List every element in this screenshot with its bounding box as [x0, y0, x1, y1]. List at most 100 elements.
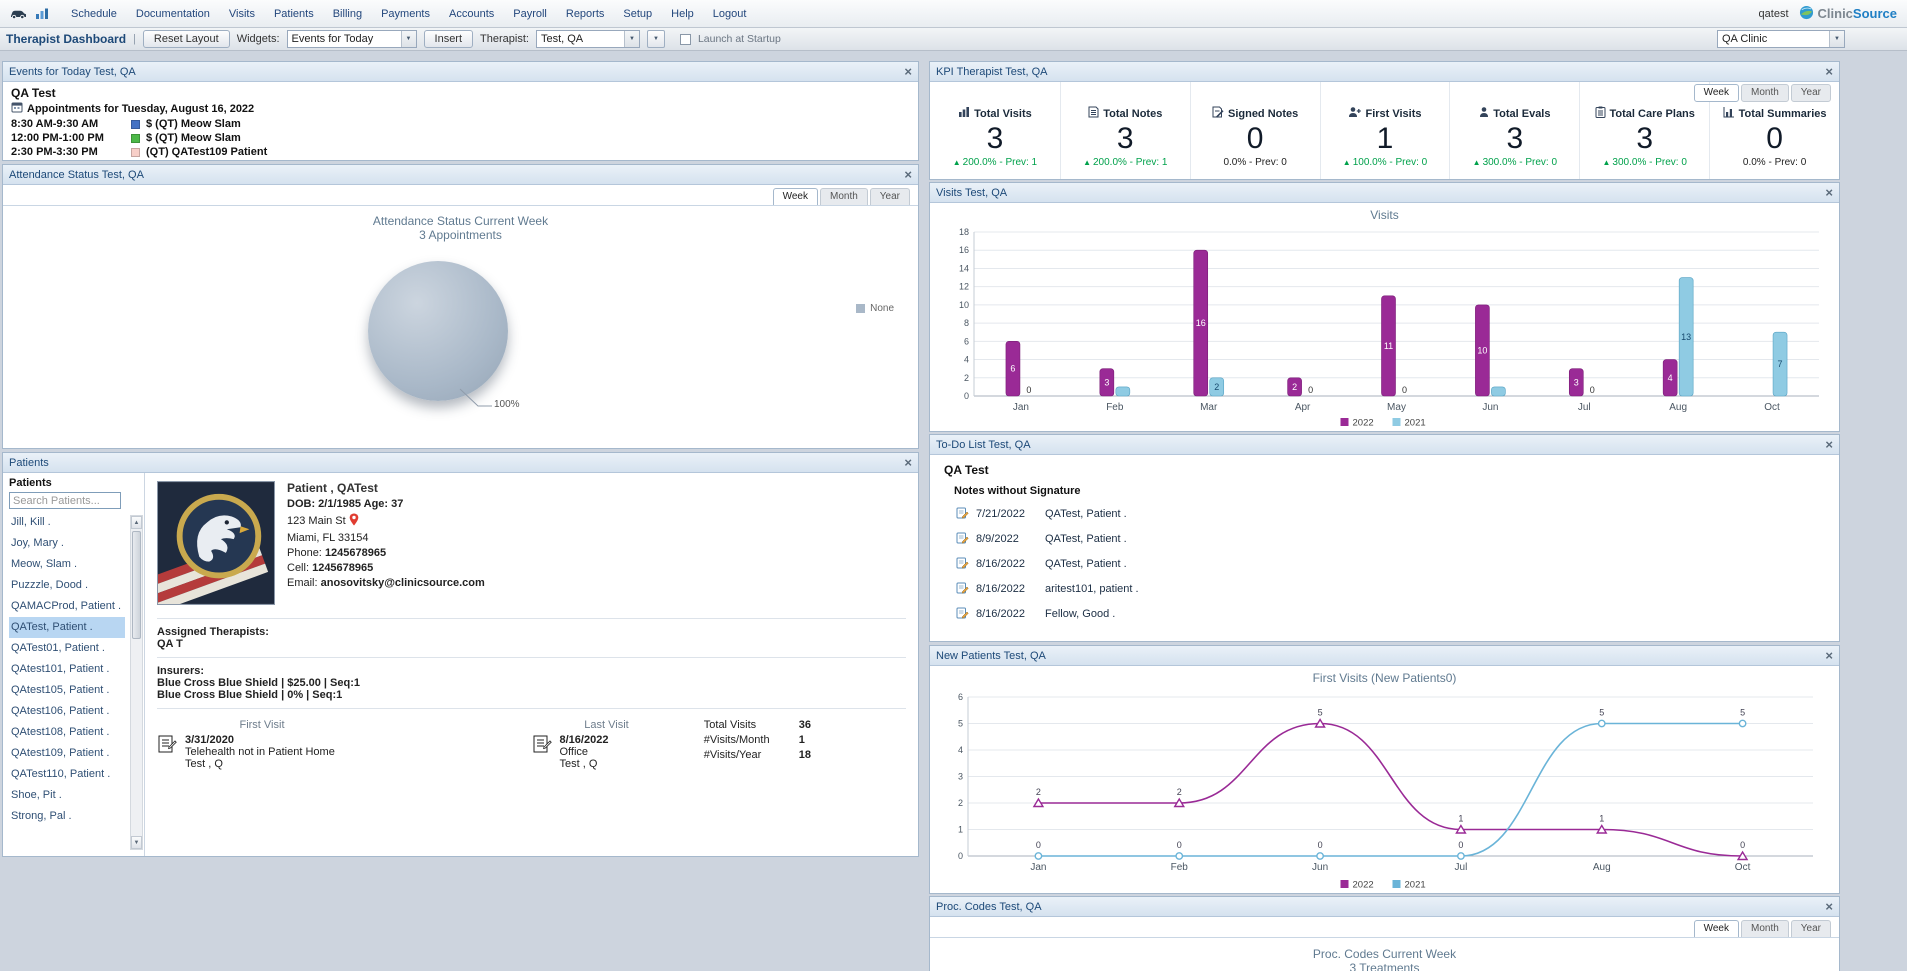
- edit-note-icon[interactable]: [956, 556, 969, 572]
- edit-note-icon[interactable]: [956, 506, 969, 522]
- patient-list-item[interactable]: QAtest105, Patient .: [9, 680, 125, 701]
- new-patients-chart: First Visits (New Patients0)0123456JanFe…: [938, 667, 1831, 892]
- patient-list-item[interactable]: Puzzzle, Dood .: [9, 575, 125, 596]
- chevron-down-icon[interactable]: ▼: [1829, 31, 1844, 47]
- nav-right: qatest ClinicSource: [1759, 5, 1897, 23]
- patient-list-item[interactable]: Jill, Kill .: [9, 512, 125, 533]
- nav-item-help[interactable]: Help: [671, 8, 694, 20]
- chevron-down-icon[interactable]: ▼: [624, 31, 639, 47]
- patient-list-item[interactable]: Strong, Pal .: [9, 806, 125, 827]
- patient-list-item[interactable]: QAtest108, Patient .: [9, 722, 125, 743]
- tab-week[interactable]: Week: [1694, 920, 1739, 937]
- patient-list-item[interactable]: Meow, Slam .: [9, 554, 125, 575]
- patient-list-item[interactable]: QAtest106, Patient .: [9, 701, 125, 722]
- kpi-trend: 0.0% - Prev: 0: [1710, 157, 1839, 168]
- tab-month[interactable]: Month: [1741, 920, 1789, 937]
- trend-up-icon: ▲: [1473, 158, 1481, 167]
- nav-item-reports[interactable]: Reports: [566, 8, 605, 20]
- patients-sidebar: Patients Jill, Kill .Joy, Mary .Meow, Sl…: [3, 473, 145, 856]
- nav-item-payments[interactable]: Payments: [381, 8, 430, 20]
- edit-note-icon[interactable]: [956, 581, 969, 597]
- scroll-thumb[interactable]: [132, 531, 141, 639]
- patient-list-item[interactable]: QAtest101, Patient .: [9, 659, 125, 680]
- patients-widget: Patients × Patients Jill, Kill .Joy, Mar…: [2, 452, 919, 857]
- close-icon[interactable]: ×: [904, 456, 912, 469]
- chevron-down-icon[interactable]: ▼: [401, 31, 416, 47]
- todo-list-items: 7/21/2022QATest, Patient .8/9/2022QATest…: [944, 501, 1825, 626]
- event-row[interactable]: 8:30 AM-9:30 AM$ (QT) Meow Slam: [11, 118, 910, 130]
- patient-list-item[interactable]: QATest, Patient .: [9, 617, 125, 638]
- close-icon[interactable]: ×: [1825, 186, 1833, 199]
- patient-address1: 123 Main St: [287, 513, 906, 529]
- close-icon[interactable]: ×: [904, 65, 912, 78]
- tab-month[interactable]: Month: [820, 188, 868, 205]
- nav-item-payroll[interactable]: Payroll: [513, 8, 547, 20]
- tab-week[interactable]: Week: [773, 188, 818, 205]
- events-widget-title: Events for Today Test, QA: [9, 66, 904, 78]
- tab-year[interactable]: Year: [1791, 920, 1831, 937]
- todo-item[interactable]: 7/21/2022QATest, Patient .: [956, 501, 1825, 526]
- new-patients-widget: New Patients Test, QA × First Visits (Ne…: [929, 645, 1840, 894]
- nav-chart-icon[interactable]: [35, 8, 49, 20]
- nav-item-documentation[interactable]: Documentation: [136, 8, 210, 20]
- nav-item-visits[interactable]: Visits: [229, 8, 255, 20]
- patient-list-item[interactable]: QAtest109, Patient .: [9, 743, 125, 764]
- todo-item[interactable]: 8/16/2022Fellow, Good .: [956, 601, 1825, 626]
- widgets-select[interactable]: Events for Today ▼: [287, 30, 417, 48]
- event-row[interactable]: 12:00 PM-1:00 PM$ (QT) Meow Slam: [11, 132, 910, 144]
- nav-item-schedule[interactable]: Schedule: [71, 8, 117, 20]
- patient-list-item[interactable]: QATest110, Patient .: [9, 764, 125, 785]
- scroll-track[interactable]: [131, 529, 142, 836]
- scroll-up-button[interactable]: ▲: [131, 516, 142, 529]
- tab-year[interactable]: Year: [1791, 84, 1831, 102]
- nav-item-billing[interactable]: Billing: [333, 8, 362, 20]
- insert-button[interactable]: Insert: [424, 30, 474, 48]
- legend-color-chip: [856, 304, 865, 313]
- close-icon[interactable]: ×: [1825, 65, 1833, 78]
- visit-stats-column: Total Visits36 #Visits/Month1 #Visits/Ye…: [704, 719, 906, 770]
- clinic-select[interactable]: QA Clinic ▼: [1717, 30, 1845, 48]
- todo-item[interactable]: 8/16/2022QATest, Patient .: [956, 551, 1825, 576]
- edit-note-icon[interactable]: [956, 606, 969, 622]
- event-row[interactable]: 2:30 PM-3:30 PM(QT) QATest109 Patient: [11, 146, 910, 158]
- launch-at-startup-checkbox[interactable]: [680, 34, 691, 45]
- tab-year[interactable]: Year: [870, 188, 910, 205]
- todo-item[interactable]: 8/16/2022aritest101, patient .: [956, 576, 1825, 601]
- svg-text:Jan: Jan: [1030, 862, 1046, 873]
- svg-text:10: 10: [959, 300, 969, 310]
- nav-item-setup[interactable]: Setup: [623, 8, 652, 20]
- car-icon[interactable]: [10, 8, 27, 20]
- attendance-body: WeekMonthYear Attendance Status Current …: [3, 185, 918, 448]
- reset-layout-button[interactable]: Reset Layout: [143, 30, 230, 48]
- patient-list-item[interactable]: QAMACProd, Patient .: [9, 596, 125, 617]
- insurer-line: Blue Cross Blue Shield | 0% | Seq:1: [157, 689, 906, 701]
- visit-log-icon: [157, 734, 177, 770]
- summaries-icon: [1723, 106, 1735, 121]
- close-icon[interactable]: ×: [1825, 438, 1833, 451]
- svg-text:6: 6: [958, 692, 963, 702]
- proc-codes-widget: Proc. Codes Test, QA × WeekMonthYear Pro…: [929, 896, 1840, 971]
- tab-week[interactable]: Week: [1694, 84, 1739, 102]
- therapist-dropdown-button[interactable]: ▼: [647, 30, 665, 48]
- patient-list-item[interactable]: Shoe, Pit .: [9, 785, 125, 806]
- todo-item[interactable]: 8/9/2022QATest, Patient .: [956, 526, 1825, 551]
- scroll-down-button[interactable]: ▼: [131, 836, 142, 849]
- edit-note-icon[interactable]: [956, 531, 969, 547]
- therapist-select[interactable]: Test, QA ▼: [536, 30, 640, 48]
- nav-item-logout[interactable]: Logout: [713, 8, 747, 20]
- close-icon[interactable]: ×: [904, 168, 912, 181]
- close-icon[interactable]: ×: [1825, 649, 1833, 662]
- patient-phone: Phone: 1245678965: [287, 547, 906, 559]
- svg-text:0: 0: [1026, 385, 1031, 395]
- close-icon[interactable]: ×: [1825, 900, 1833, 913]
- patient-search-input[interactable]: [9, 492, 121, 509]
- nav-item-patients[interactable]: Patients: [274, 8, 314, 20]
- svg-text:Jan: Jan: [1013, 402, 1029, 413]
- kpi-total-evals: Total Evals3▲300.0% - Prev: 0: [1449, 82, 1579, 179]
- patient-list-item[interactable]: Joy, Mary .: [9, 533, 125, 554]
- tab-month[interactable]: Month: [1741, 84, 1789, 102]
- patient-list-item[interactable]: QATest01, Patient .: [9, 638, 125, 659]
- nav-item-accounts[interactable]: Accounts: [449, 8, 494, 20]
- attendance-chart-subtitle: 3 Appointments: [3, 228, 918, 242]
- kpi-value: 3: [930, 124, 1060, 154]
